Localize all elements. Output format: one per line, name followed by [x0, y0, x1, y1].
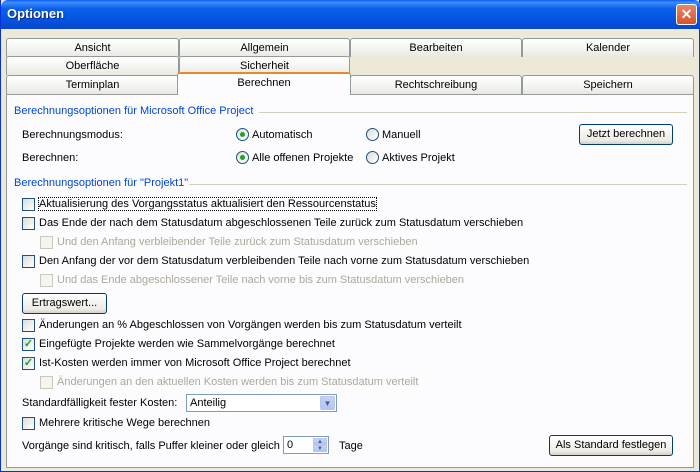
- checkbox-spread-costs-label: Änderungen an den aktuellen Kosten werde…: [57, 376, 419, 388]
- checkbox-resource-status-label[interactable]: Aktualisierung des Vorgangsstatus aktual…: [38, 197, 377, 211]
- checkbox-move-end-back-label[interactable]: Das Ende der nach dem Statusdatum abgesc…: [39, 217, 523, 229]
- tab-speichern[interactable]: Speichern: [522, 75, 694, 94]
- tab-rechtschreibung[interactable]: Rechtschreibung: [350, 75, 522, 94]
- checkbox-inserted-projects[interactable]: ✓: [22, 338, 35, 351]
- checkbox-move-end-forward-label: Und das Ende abgeschlossener Teile nach …: [57, 274, 465, 286]
- checkbox-move-start-back-label: Und den Anfang verbleibender Teile zurüc…: [57, 236, 418, 248]
- checkmark-icon: ✓: [23, 357, 34, 369]
- tab-bearbeiten[interactable]: Bearbeiten: [350, 38, 522, 57]
- radio-active-project-label[interactable]: Aktives Projekt: [382, 152, 455, 164]
- critical-slack-value: 0: [287, 439, 294, 451]
- checkbox-percent-complete[interactable]: [22, 319, 35, 332]
- fixed-cost-label: Standardfälligkeit fester Kosten:: [22, 397, 178, 409]
- tab-oberflaeche[interactable]: Oberfläche: [6, 56, 179, 75]
- tab-allgemein[interactable]: Allgemein: [179, 38, 350, 57]
- options-dialog: Optionen ✕ Ansicht Allgemein Bearbeiten …: [0, 0, 700, 472]
- checkbox-multiple-critical-paths[interactable]: [22, 417, 35, 430]
- fixed-cost-value: Anteilig: [190, 397, 227, 409]
- group-divider: [259, 112, 687, 113]
- tab-kalender[interactable]: Kalender: [522, 38, 694, 57]
- checkbox-move-start-forward-label[interactable]: Den Anfang der vor dem Statusdatum verbl…: [39, 255, 529, 267]
- checkbox-move-end-back[interactable]: [22, 217, 35, 230]
- radio-automatic-label[interactable]: Automatisch: [252, 129, 313, 141]
- calc-now-button[interactable]: Jetzt berechnen: [579, 124, 673, 145]
- set-default-button[interactable]: Als Standard festlegen: [549, 435, 673, 456]
- checkbox-inserted-projects-label[interactable]: Eingefügte Projekte werden wie Sammelvor…: [39, 338, 335, 350]
- radio-all-projects-label[interactable]: Alle offenen Projekte: [252, 152, 353, 164]
- group-title-project1: Berechnungsoptionen für "Projekt1": [14, 177, 189, 189]
- tab-terminplan[interactable]: Terminplan: [6, 75, 179, 94]
- checkbox-percent-complete-label[interactable]: Änderungen an % Abgeschlossen von Vorgän…: [39, 319, 462, 331]
- checkbox-resource-status[interactable]: [22, 198, 35, 211]
- title-bar: Optionen ✕: [1, 0, 700, 29]
- radio-manual-label[interactable]: Manuell: [382, 129, 421, 141]
- checkbox-spread-costs[interactable]: [40, 376, 53, 389]
- radio-all-projects[interactable]: [236, 151, 249, 164]
- checkbox-move-start-back[interactable]: [40, 236, 53, 249]
- calc-scope-label: Berechnen:: [22, 152, 79, 164]
- group-divider: [189, 184, 687, 185]
- earned-value-button[interactable]: Ertragswert...: [22, 293, 107, 314]
- checkbox-move-start-forward[interactable]: [22, 255, 35, 268]
- group-title-project: Berechnungsoptionen für Microsoft Office…: [14, 105, 254, 117]
- checkmark-icon: ✓: [23, 338, 34, 350]
- calc-mode-label: Berechnungsmodus:: [22, 129, 123, 141]
- tab-berechnen[interactable]: Berechnen: [177, 72, 351, 95]
- checkbox-actual-costs-label[interactable]: Ist-Kosten werden immer von Microsoft Of…: [39, 357, 351, 369]
- critical-slack-label: Vorgänge sind kritisch, falls Puffer kle…: [22, 440, 280, 452]
- fixed-cost-select[interactable]: Anteilig ▼: [186, 394, 337, 412]
- radio-active-project[interactable]: [366, 151, 379, 164]
- spin-up-icon[interactable]: ▲: [313, 438, 327, 445]
- critical-slack-unit: Tage: [339, 440, 363, 452]
- tab-ansicht[interactable]: Ansicht: [6, 38, 179, 57]
- spin-down-icon[interactable]: ▼: [313, 445, 327, 452]
- radio-manual[interactable]: [366, 128, 379, 141]
- checkbox-multiple-critical-paths-label[interactable]: Mehrere kritische Wege berechnen: [39, 417, 210, 429]
- critical-slack-spinner[interactable]: 0 ▲ ▼: [283, 436, 329, 454]
- checkbox-actual-costs[interactable]: ✓: [22, 357, 35, 370]
- checkbox-move-end-forward[interactable]: [40, 274, 53, 287]
- window-title: Optionen: [7, 6, 65, 21]
- chevron-down-icon[interactable]: ▼: [320, 396, 335, 410]
- close-icon: ✕: [680, 6, 693, 22]
- close-button[interactable]: ✕: [676, 4, 697, 25]
- radio-automatic[interactable]: [236, 128, 249, 141]
